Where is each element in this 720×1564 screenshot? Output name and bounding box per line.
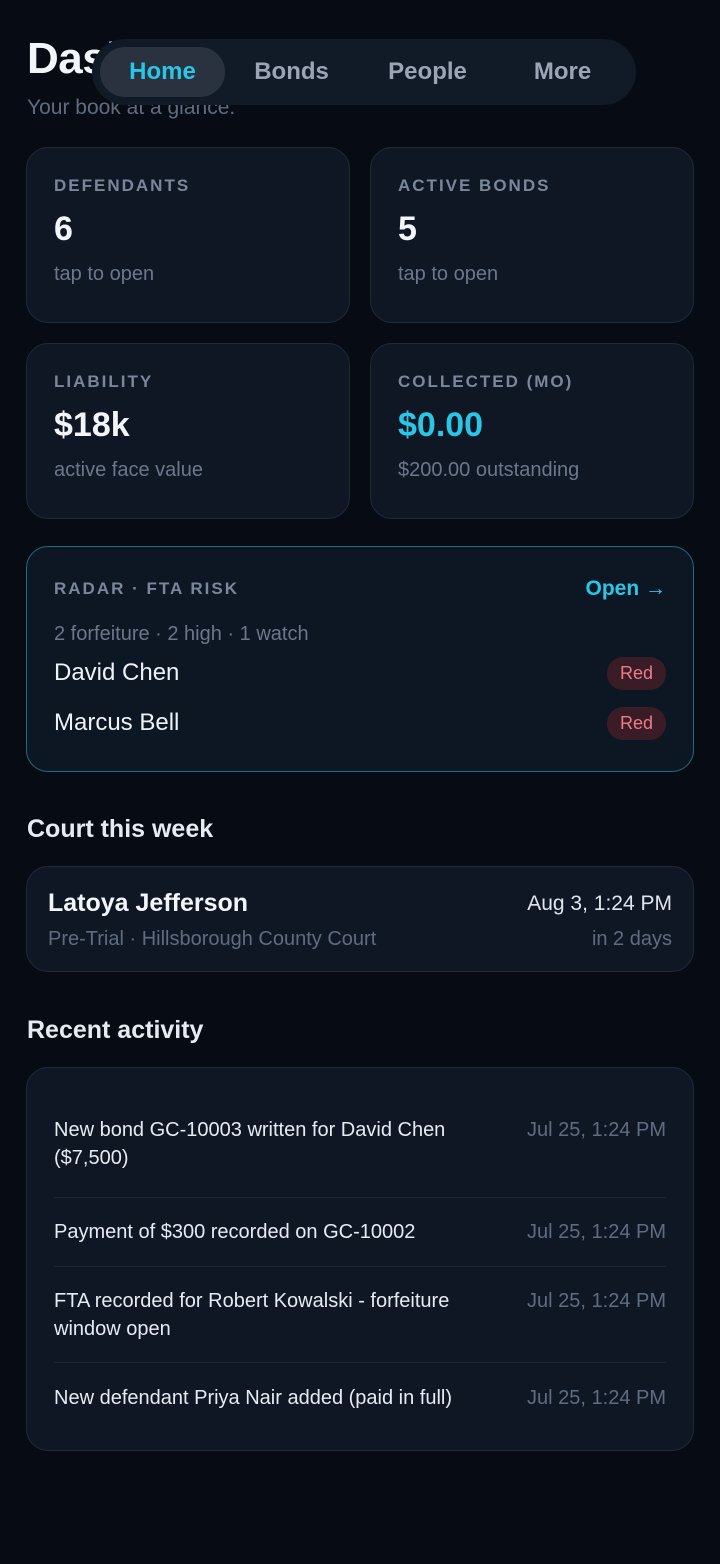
tab-more[interactable]: More xyxy=(497,47,628,97)
stat-value: 6 xyxy=(54,210,73,248)
radar-summary: 2 forfeiture · 2 high · 1 watch xyxy=(54,623,309,645)
defendant-name: David Chen xyxy=(54,659,180,686)
stat-value: 5 xyxy=(398,210,417,248)
stat-card-defendants[interactable]: DEFENDANTS 6 tap to open xyxy=(26,147,350,323)
stat-label: ACTIVE BONDS xyxy=(398,176,551,195)
activity-time: Jul 25, 1:24 PM xyxy=(527,1387,666,1409)
activity-text: New bond GC-10003 written for David Chen… xyxy=(54,1119,446,1169)
risk-badge: Red xyxy=(606,706,666,740)
activity-card: New bond GC-10003 written for David Chen… xyxy=(26,1067,694,1451)
activity-item[interactable]: New bond GC-10003 written for David Chen… xyxy=(54,1102,666,1198)
court-event-info: Latoya Jefferson Pre-Trial · Hillsboroug… xyxy=(48,889,377,950)
activity-time: Jul 25, 1:24 PM xyxy=(527,1290,666,1312)
court-section-title: Court this week xyxy=(27,815,214,843)
tab-bonds[interactable]: Bonds xyxy=(225,47,358,97)
radar-card: RADAR · FTA RISK Open → 2 forfeiture · 2… xyxy=(26,546,694,772)
court-event-detail: Pre-Trial · Hillsborough County Court xyxy=(48,928,377,950)
court-event-date: Aug 3, 1:24 PM xyxy=(527,892,672,915)
defendant-name: Marcus Bell xyxy=(54,709,180,736)
activity-section-title: Recent activity xyxy=(27,1016,204,1044)
radar-row[interactable]: Marcus Bell Red xyxy=(54,700,666,746)
stat-subtext: tap to open xyxy=(398,263,499,285)
activity-item[interactable]: Payment of $300 recorded on GC-10002 Jul… xyxy=(54,1198,666,1267)
activity-item[interactable]: New defendant Priya Nair added (paid in … xyxy=(54,1363,666,1412)
stat-label: LIABILITY xyxy=(54,372,154,391)
court-event-card[interactable]: Latoya Jefferson Pre-Trial · Hillsboroug… xyxy=(26,866,694,972)
top-nav: Home Bonds People More xyxy=(92,39,636,105)
activity-text: FTA recorded for Robert Kowalski - forfe… xyxy=(54,1290,450,1340)
stat-label: COLLECTED (MO) xyxy=(398,372,574,391)
stat-card-active-bonds[interactable]: ACTIVE BONDS 5 tap to open xyxy=(370,147,694,323)
stat-label: DEFENDANTS xyxy=(54,176,191,195)
risk-badge: Red xyxy=(606,656,666,690)
activity-time: Jul 25, 1:24 PM xyxy=(527,1119,666,1141)
radar-open-link[interactable]: Open → xyxy=(585,577,666,601)
tab-people[interactable]: People xyxy=(358,47,497,97)
activity-time: Jul 25, 1:24 PM xyxy=(527,1221,666,1243)
stat-subtext: active face value xyxy=(54,459,203,481)
radar-row[interactable]: David Chen Red xyxy=(54,650,666,696)
stat-card-liability[interactable]: LIABILITY $18k active face value xyxy=(26,343,350,519)
court-event-when: Aug 3, 1:24 PM in 2 days xyxy=(527,889,672,950)
stat-subtext: tap to open xyxy=(54,263,155,285)
court-defendant-name: Latoya Jefferson xyxy=(48,889,249,917)
activity-text: Payment of $300 recorded on GC-10002 xyxy=(54,1221,416,1243)
stat-card-collected[interactable]: COLLECTED (MO) $0.00 $200.00 outstanding xyxy=(370,343,694,519)
stat-value: $0.00 xyxy=(398,406,484,444)
activity-item[interactable]: FTA recorded for Robert Kowalski - forfe… xyxy=(54,1267,666,1363)
stat-subtext: $200.00 outstanding xyxy=(398,459,580,481)
stat-value: $18k xyxy=(54,406,130,444)
radar-label: RADAR · FTA RISK xyxy=(54,579,239,598)
tab-home[interactable]: Home xyxy=(100,47,226,97)
radar-header: RADAR · FTA RISK Open → xyxy=(54,577,666,601)
dashboard-page: Dashboard Your book at a glance. Home Bo… xyxy=(0,0,720,1564)
activity-text: New defendant Priya Nair added (paid in … xyxy=(54,1387,452,1409)
court-event-relative: in 2 days xyxy=(591,928,672,950)
